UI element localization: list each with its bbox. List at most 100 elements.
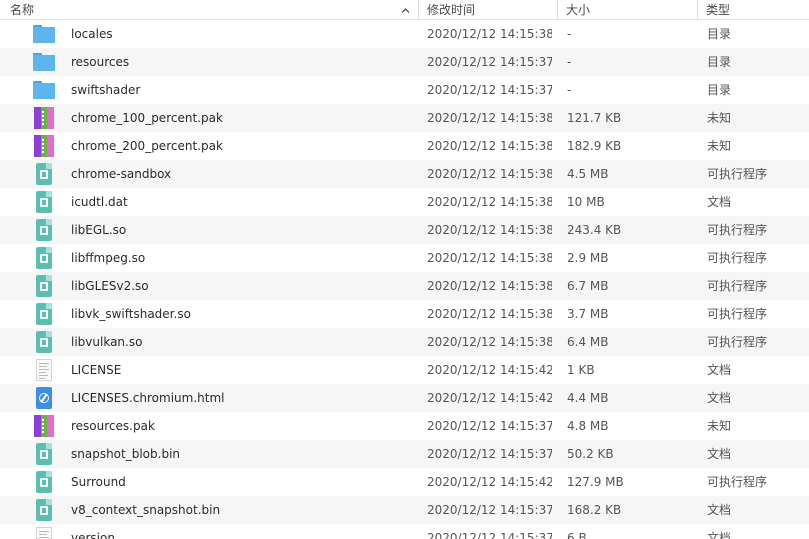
file-type: 可执行程序 [707,475,768,489]
file-size: 50.2 KB [567,447,614,461]
sort-ascending-icon[interactable] [401,6,410,15]
text-document-icon [36,359,52,381]
file-size: 6 B [567,531,587,539]
file-modified-date: 2020/12/12 14:15:38 [427,27,552,41]
file-name: swiftshader [71,83,141,97]
text-document-icon [36,527,52,539]
file-size: 10 MB [567,195,605,209]
file-icon-cell [31,328,57,356]
archive-icon [34,135,54,157]
file-size: 6.7 MB [567,279,609,293]
file-type: 可执行程序 [707,279,768,293]
file-modified-date: 2020/12/12 14:15:38 [427,195,552,209]
archive-icon [34,415,54,437]
column-header-size-label: 大小 [566,3,591,17]
column-header-size[interactable]: 大小 [557,0,697,20]
file-modified-date: 2020/12/12 14:15:38 [427,167,552,181]
file-icon-cell [31,300,57,328]
file-size: - [567,27,572,41]
file-type: 文档 [707,447,732,461]
file-size: 4.5 MB [567,167,609,181]
file-icon-cell [31,412,57,440]
file-row[interactable]: LICENSE 2020/12/12 14:15:42 1 KB 文档 [0,356,809,384]
file-row[interactable]: version 2020/12/12 14:15:37 6 B 文档 [0,524,809,539]
file-name: version [71,531,115,539]
column-header-type[interactable]: 类型 [697,0,809,20]
file-modified-date: 2020/12/12 14:15:42 [427,391,552,405]
file-type: 文档 [707,391,732,405]
file-modified-date: 2020/12/12 14:15:37 [427,83,552,97]
file-row[interactable]: v8_context_snapshot.bin 2020/12/12 14:15:… [0,496,809,524]
file-size: 121.7 KB [567,111,622,125]
file-modified-date: 2020/12/12 14:15:38 [427,139,552,153]
file-type: 目录 [707,83,732,97]
file-modified-date: 2020/12/12 14:15:42 [427,475,552,489]
file-type: 文档 [707,503,732,517]
file-row[interactable]: icudtl.dat 2020/12/12 14:15:38 10 MB 文档 [0,188,809,216]
file-size: 168.2 KB [567,503,622,517]
file-name: libvulkan.so [71,335,143,349]
executable-icon [36,443,52,465]
file-icon-cell [31,272,57,300]
file-modified-date: 2020/12/12 14:15:37 [427,419,552,433]
file-icon-cell [31,188,57,216]
file-name: chrome_200_percent.pak [71,139,223,153]
file-type: 可执行程序 [707,335,768,349]
file-type: 未知 [707,419,732,433]
file-icon-cell [31,524,57,539]
file-icon-cell [31,132,57,160]
file-type: 文档 [707,195,732,209]
column-header-name[interactable]: 名称 [0,0,418,20]
file-type: 可执行程序 [707,307,768,321]
file-modified-date: 2020/12/12 14:15:38 [427,223,552,237]
column-header-type-label: 类型 [706,3,731,17]
file-row[interactable]: locales 2020/12/12 14:15:38 - 目录 [0,20,809,48]
executable-icon [36,331,52,353]
folder-icon [33,81,55,99]
column-header-date[interactable]: 修改时间 [418,0,557,20]
file-type: 可执行程序 [707,251,768,265]
file-size: 2.9 MB [567,251,609,265]
file-modified-date: 2020/12/12 14:15:38 [427,111,552,125]
file-modified-date: 2020/12/12 14:15:38 [427,279,552,293]
file-row[interactable]: snapshot_blob.bin 2020/12/12 14:15:37 50.2… [0,440,809,468]
file-type: 未知 [707,139,732,153]
file-row[interactable]: libvulkan.so 2020/12/12 14:15:38 6.4 MB 可执行… [0,328,809,356]
file-row[interactable]: libvk_swiftshader.so 2020/12/12 14:15:38 3… [0,300,809,328]
file-name: resources [71,55,130,69]
folder-icon [33,53,55,71]
file-icon-cell [31,104,57,132]
file-modified-date: 2020/12/12 14:15:42 [427,363,552,377]
file-modified-date: 2020/12/12 14:15:37 [427,503,552,517]
file-row[interactable]: libGLESv2.so 2020/12/12 14:15:38 6.7 MB 可执行… [0,272,809,300]
file-row[interactable]: resources 2020/12/12 14:15:37 - 目录 [0,48,809,76]
file-name: LICENSES.chromium.html [71,391,225,405]
file-row[interactable]: chrome-sandbox 2020/12/12 14:15:38 4.5 MB 可… [0,160,809,188]
file-row[interactable]: libffmpeg.so 2020/12/12 14:15:38 2.9 MB 可执行… [0,244,809,272]
file-type: 文档 [707,531,732,539]
file-icon-cell [31,244,57,272]
column-header-bar: 名称 修改时间 大小 类型 [0,0,809,20]
file-type: 未知 [707,111,732,125]
column-header-date-label: 修改时间 [427,3,476,17]
file-row[interactable]: LICENSES.chromium.html 2020/12/12 14:15:4… [0,384,809,412]
file-row[interactable]: libEGL.so 2020/12/12 14:15:38 243.4 KB 可执行程… [0,216,809,244]
file-row[interactable]: Surround 2020/12/12 14:15:42 127.9 MB 可执行程序 [0,468,809,496]
file-size: 4.4 MB [567,391,609,405]
folder-icon [33,25,55,43]
file-name: snapshot_blob.bin [71,447,181,461]
archive-icon [34,107,54,129]
file-icon-cell [31,468,57,496]
file-type: 可执行程序 [707,223,768,237]
file-modified-date: 2020/12/12 14:15:38 [427,307,552,321]
file-row[interactable]: chrome_100_percent.pak 2020/12/12 14:15:3… [0,104,809,132]
executable-icon [36,247,52,269]
file-modified-date: 2020/12/12 14:15:37 [427,55,552,69]
file-modified-date: 2020/12/12 14:15:37 [427,447,552,461]
file-row[interactable]: swiftshader 2020/12/12 14:15:37 - 目录 [0,76,809,104]
file-name: libffmpeg.so [71,251,146,265]
file-name: chrome_100_percent.pak [71,111,223,125]
file-row[interactable]: chrome_200_percent.pak 2020/12/12 14:15:3… [0,132,809,160]
file-modified-date: 2020/12/12 14:15:38 [427,335,552,349]
file-row[interactable]: resources.pak 2020/12/12 14:15:37 4.8 MB 未知 [0,412,809,440]
